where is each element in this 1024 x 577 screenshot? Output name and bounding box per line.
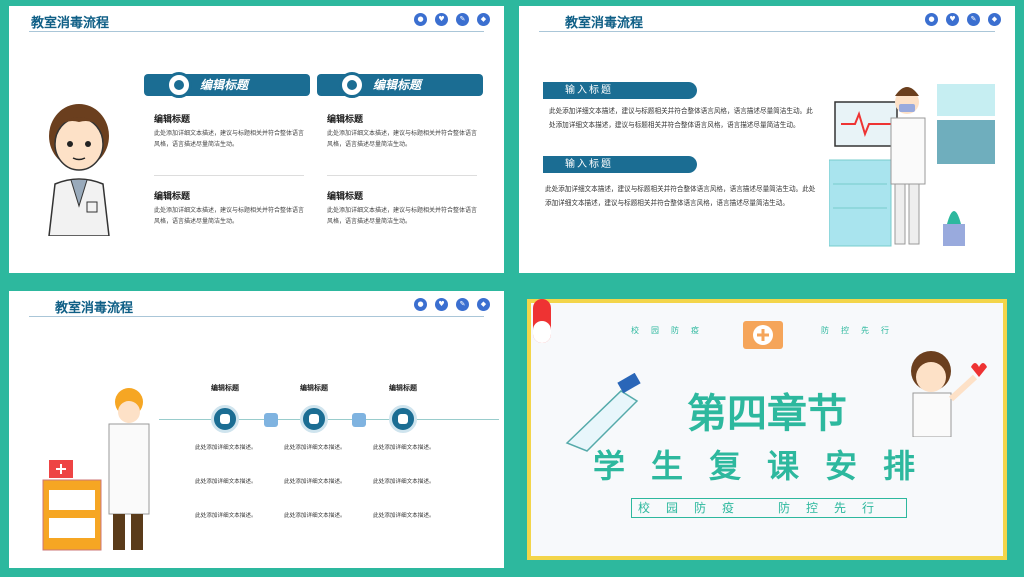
pill-icon bbox=[533, 299, 551, 343]
doctor-cabinet-illustration bbox=[42, 388, 150, 551]
section-label: 输入标题 bbox=[543, 156, 697, 173]
lock-icon: ● bbox=[414, 298, 427, 311]
cover-frame: 校园防疫 防控先行 第四章节 学生复课安排 校园防疫 防控先行 bbox=[527, 299, 1007, 560]
slide-title: 教室消毒流程 bbox=[31, 16, 110, 31]
banner-label: 编辑标题 bbox=[373, 78, 422, 92]
slide-icons: ● ♥ ✎ ◆ bbox=[414, 13, 490, 26]
banner-label: 编辑标题 bbox=[200, 78, 249, 92]
diamond-icon: ◆ bbox=[988, 13, 1001, 26]
divider bbox=[327, 175, 477, 176]
column-text: 此处添加详细文本描述。 bbox=[373, 479, 435, 485]
headline: 学生复课安排 bbox=[592, 447, 941, 485]
slide-title: 教室消毒流程 bbox=[565, 16, 644, 31]
pencil-icon: ✎ bbox=[456, 13, 469, 26]
slide-2[interactable]: 教室消毒流程 ● ♥ ✎ ◆ 输入标题 此处添加详细文本描述，建议与标题相关并符… bbox=[519, 6, 1015, 273]
section-text: 此处添加详细文本描述，建议与标题相关并符合整体语言风格，语言描述尽量简洁生动。此… bbox=[545, 185, 816, 207]
banner-1: 编辑标题 bbox=[144, 72, 310, 98]
chapter-title: 第四章节 bbox=[687, 391, 847, 437]
diamond-icon: ◆ bbox=[477, 298, 490, 311]
column-text: 此处添加详细文本描述。 bbox=[195, 445, 257, 451]
tag-right: 防控先行 bbox=[821, 326, 901, 335]
diamond-icon: ◆ bbox=[477, 13, 490, 26]
title-divider bbox=[29, 316, 484, 317]
people-icon bbox=[389, 405, 417, 433]
banner-icon bbox=[166, 72, 192, 98]
block-text: 此处添加详细文本描述，建议与标题相关并符合整体语言风格，语言描述尽量简洁生动。 bbox=[327, 207, 478, 225]
heart-icon: ♥ bbox=[435, 298, 448, 311]
column-heading: 编辑标题 bbox=[389, 384, 417, 392]
column-heading: 编辑标题 bbox=[211, 384, 239, 392]
section-label: 输入标题 bbox=[543, 82, 697, 99]
doctor-ward-illustration bbox=[829, 84, 995, 247]
puzzle-icon bbox=[264, 413, 278, 427]
pencil-icon: ✎ bbox=[456, 298, 469, 311]
column-text: 此处添加详细文本描述。 bbox=[195, 513, 257, 519]
banner-icon bbox=[339, 72, 365, 98]
slide-4[interactable]: 校园防疫 防控先行 第四章节 学生复课安排 校园防疫 防控先行 bbox=[519, 291, 1015, 568]
column-text: 此处添加详细文本描述。 bbox=[373, 445, 435, 451]
heart-icon: ♥ bbox=[946, 13, 959, 26]
slide-1[interactable]: 教室消毒流程 ● ♥ ✎ ◆ 编辑标题 编辑标题 编辑标题 此处添加详细文本描述… bbox=[9, 6, 504, 273]
slide-3[interactable]: 教室消毒流程 ● ♥ ✎ ◆ 编辑标题 此处添加详细文本描述。 此处添加详细文本… bbox=[9, 291, 504, 568]
block-heading: 编辑标题 bbox=[327, 192, 364, 202]
block-heading: 编辑标题 bbox=[154, 192, 191, 202]
people-icon bbox=[211, 405, 239, 433]
slide-title: 教室消毒流程 bbox=[55, 301, 134, 316]
heart-icon: ♥ bbox=[435, 13, 448, 26]
column-text: 此处添加详细文本描述。 bbox=[195, 479, 257, 485]
column-text: 此处添加详细文本描述。 bbox=[284, 445, 346, 451]
block-text: 此处添加详细文本描述，建议与标题相关并符合整体语言风格，语言描述尽量简洁生动。 bbox=[154, 207, 305, 225]
slogan-box: 校园防疫 防控先行 bbox=[631, 498, 907, 518]
doctor-illustration bbox=[48, 104, 110, 236]
column-text: 此处添加详细文本描述。 bbox=[373, 513, 435, 519]
banner-2: 编辑标题 bbox=[317, 72, 483, 98]
block-heading: 编辑标题 bbox=[154, 115, 191, 125]
slide-icons: ● ♥ ✎ ◆ bbox=[414, 298, 490, 311]
medkit-icon bbox=[743, 321, 783, 349]
title-divider bbox=[539, 31, 995, 32]
puzzle-icon bbox=[352, 413, 366, 427]
slide-icons: ● ♥ ✎ ◆ bbox=[925, 13, 1001, 26]
block-heading: 编辑标题 bbox=[327, 115, 364, 125]
lock-icon: ● bbox=[925, 13, 938, 26]
pencil-icon: ✎ bbox=[967, 13, 980, 26]
lock-icon: ● bbox=[414, 13, 427, 26]
block-text: 此处添加详细文本描述，建议与标题相关并符合整体语言风格，语言描述尽量简洁生动。 bbox=[327, 130, 478, 148]
tag-left: 校园防疫 bbox=[631, 326, 711, 335]
people-icon bbox=[300, 405, 328, 433]
block-text: 此处添加详细文本描述，建议与标题相关并符合整体语言风格，语言描述尽量简洁生动。 bbox=[154, 130, 305, 148]
title-divider bbox=[29, 31, 484, 32]
section-text: 此处添加详细文本描述，建议与标题相关并符合整体语言风格，语言描述尽量简洁生动。此… bbox=[549, 107, 813, 129]
timeline-line bbox=[159, 419, 499, 420]
column-text: 此处添加详细文本描述。 bbox=[284, 513, 346, 519]
column-heading: 编辑标题 bbox=[300, 384, 328, 392]
column-text: 此处添加详细文本描述。 bbox=[284, 479, 346, 485]
divider bbox=[154, 175, 304, 176]
